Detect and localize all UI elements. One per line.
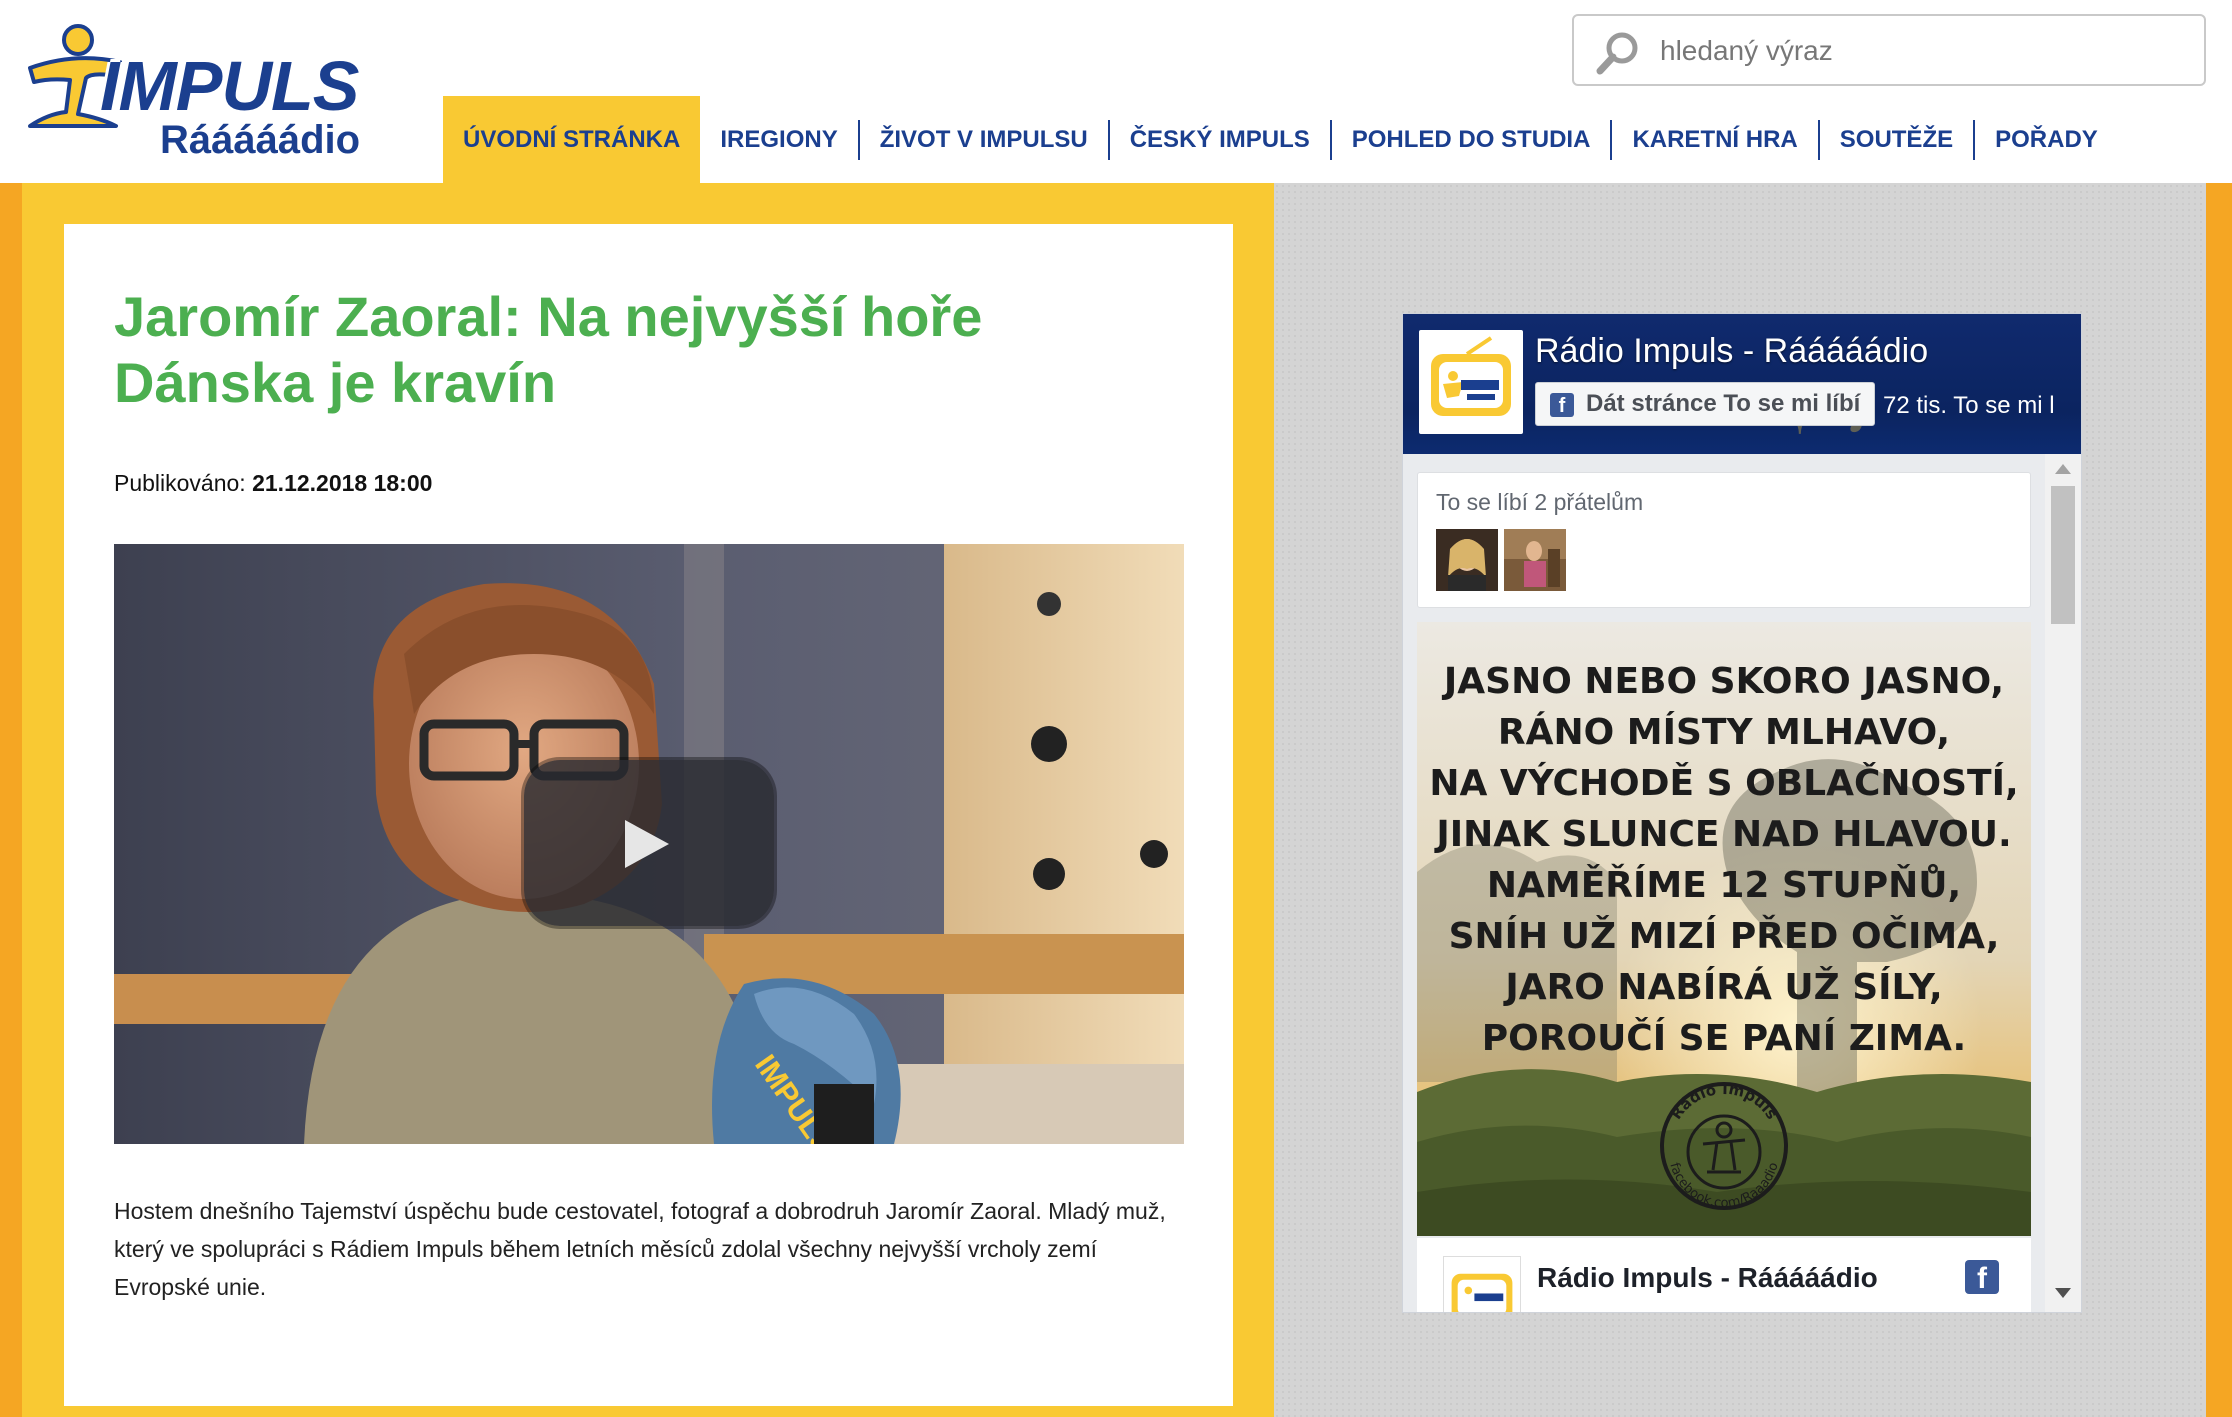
- nav-item-zivot-v-impulsu[interactable]: ŽIVOT V IMPULSU: [860, 96, 1108, 183]
- weather-line: POROUČÍ SE PANÍ ZIMA.: [1481, 1018, 1967, 1059]
- fb-cover[interactable]: ✦ ♪ Rádio Impuls - Rááááádio f Dát strán…: [1403, 314, 2081, 454]
- scroll-down-icon[interactable]: [2055, 1288, 2071, 1298]
- weather-line: JINAK SLUNCE NAD HLAVOU.: [1436, 814, 2012, 855]
- weather-line: SNÍH UŽ MIZÍ PŘED OČIMA,: [1448, 916, 2000, 957]
- impuls-logo-icon: [1451, 1273, 1513, 1312]
- left-edge-band: [0, 183, 22, 1417]
- fb-post-author[interactable]: Rádio Impuls - Rááááádio: [1537, 1262, 1878, 1294]
- impuls-logo[interactable]: IMPULS Rááááádio: [20, 18, 380, 168]
- site-header: IMPULS Rááááádio ÚVODNÍ STRÁNKA IREGIONY…: [0, 0, 2232, 183]
- play-icon: [625, 820, 669, 868]
- nav-item-pohled-do-studia[interactable]: POHLED DO STUDIA: [1332, 96, 1611, 183]
- friend-avatar[interactable]: [1504, 529, 1566, 591]
- nav-item-uvodni-stranka[interactable]: ÚVODNÍ STRÁNKA: [443, 96, 701, 183]
- published-label: Publikováno:: [114, 470, 246, 496]
- fb-page-name[interactable]: Rádio Impuls - Rááááádio: [1535, 332, 1928, 371]
- main-nav: ÚVODNÍ STRÁNKA IREGIONY ŽIVOT V IMPULSU …: [443, 96, 2118, 183]
- weather-line: NAMĚŘÍME 12 STUPŇŮ,: [1486, 865, 1962, 906]
- impuls-logo-icon: [1431, 336, 1511, 416]
- weather-forecast-text: JASNO NEBO SKORO JASNO, RÁNO MÍSTY MLHAV…: [1417, 656, 2031, 1064]
- article: Jaromír Zaoral: Na nejvyšší hoře Dánska …: [64, 224, 1233, 1406]
- weather-line: NA VÝCHODĚ S OBLAČNOSTÍ,: [1429, 763, 2019, 804]
- fb-like-button-label: Dát stránce To se mi líbí: [1586, 390, 1861, 417]
- scroll-up-icon[interactable]: [2055, 464, 2071, 474]
- search-input[interactable]: [1658, 26, 2182, 76]
- nav-item-souteze[interactable]: SOUTĚŽE: [1820, 96, 1973, 183]
- scroll-thumb[interactable]: [2051, 486, 2075, 624]
- fb-scrollbar[interactable]: [2045, 454, 2081, 1312]
- fb-post-image[interactable]: Rádio Impuls facebook.com/Raaadio JASNO …: [1417, 622, 2031, 1236]
- article-body: Hostem dnešního Tajemství úspěchu bude c…: [114, 1198, 1166, 1300]
- weather-line: JARO NABÍRÁ UŽ SÍLY,: [1505, 967, 1943, 1008]
- search-icon[interactable]: [1592, 28, 1642, 78]
- published-date: 21.12.2018 18:00: [252, 470, 433, 496]
- facebook-icon[interactable]: f: [1965, 1260, 1999, 1295]
- nav-item-iregiony[interactable]: IREGIONY: [700, 96, 857, 183]
- fb-post-header: Rádio Impuls - Rááááádio f: [1417, 1238, 2031, 1312]
- search-box: [1572, 14, 2206, 86]
- facebook-icon: f: [1550, 393, 1574, 417]
- nav-item-karetni-hra[interactable]: KARETNÍ HRA: [1612, 96, 1817, 183]
- fb-like-button[interactable]: f Dát stránce To se mi líbí: [1535, 382, 1876, 426]
- play-button[interactable]: [524, 760, 774, 926]
- fb-page-avatar[interactable]: [1419, 330, 1523, 434]
- fb-friends-box: To se líbí 2 přátelům: [1417, 472, 2031, 608]
- logo-wordmark: IMPULS: [100, 47, 359, 125]
- nav-item-cesky-impuls[interactable]: ČESKÝ IMPULS: [1110, 96, 1330, 183]
- right-edge-band: [2206, 183, 2232, 1417]
- fb-friends-text: To se líbí 2 přátelům: [1436, 489, 1644, 515]
- video-player[interactable]: IMPULS: [114, 544, 1184, 1144]
- weather-line: JASNO NEBO SKORO JASNO,: [1443, 661, 2005, 702]
- fb-like-count: 72 tis. To se mi l: [1883, 392, 2055, 419]
- fb-feed[interactable]: To se líbí 2 přátelům Rádio Impuls faceb…: [1403, 454, 2081, 1312]
- fb-post-avatar[interactable]: [1443, 1256, 1521, 1312]
- published-line: Publikováno: 21.12.2018 18:00: [114, 470, 432, 497]
- facebook-page-widget: ✦ ♪ Rádio Impuls - Rááááádio f Dát strán…: [1402, 313, 2082, 1313]
- logo-subtitle: Rááááádio: [160, 118, 361, 162]
- weather-line: RÁNO MÍSTY MLHAVO,: [1497, 712, 1951, 753]
- article-title: Jaromír Zaoral: Na nejvyšší hoře Dánska …: [114, 285, 983, 414]
- friend-avatar[interactable]: [1436, 529, 1498, 591]
- nav-item-porady[interactable]: POŘADY: [1975, 96, 2118, 183]
